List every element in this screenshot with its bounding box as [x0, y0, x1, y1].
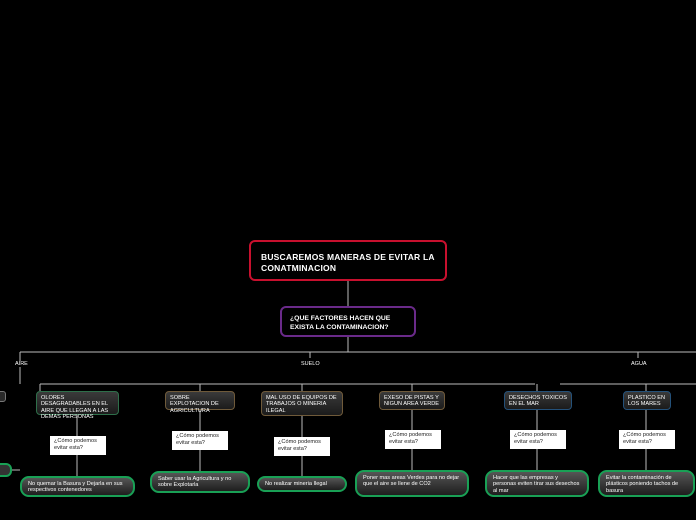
- topic-label: PLASTICO EN LOS MARES: [628, 395, 665, 408]
- question-label: ¿Cómo podemos evitar esta?: [176, 433, 219, 446]
- branch-label-suelo: SUELO: [299, 361, 322, 367]
- branch-label-agua: AGUA: [629, 361, 649, 367]
- solution-label: Evitar la contaminación de plásticos pon…: [606, 475, 679, 494]
- question-label: ¿Cómo podemos evitar esta?: [623, 432, 666, 445]
- branch-label-aire: AIRE: [13, 361, 30, 367]
- solution-node[interactable]: Evitar la contaminación de plásticos pon…: [598, 470, 695, 497]
- solution-label: Poner mas areas Verdes para no dejar que…: [363, 475, 460, 488]
- question-label: ¿Cómo podemos evitar esta?: [514, 432, 557, 445]
- solution-node[interactable]: No quemar la Basura y Dejarla en sus res…: [20, 476, 135, 497]
- how-to-avoid-question[interactable]: ¿Cómo podemos evitar esta?: [50, 436, 106, 455]
- how-to-avoid-question[interactable]: ¿Cómo podemos evitar esta?: [619, 430, 675, 449]
- how-to-avoid-question[interactable]: ¿Cómo podemos evitar esta?: [510, 430, 566, 449]
- question-label: ¿Cómo podemos evitar esta?: [389, 432, 432, 445]
- how-to-avoid-question[interactable]: ¿Cómo podemos evitar esta?: [172, 431, 228, 450]
- question-title: ¿QUE FACTORES HACEN QUE EXISTA LA CONTAM…: [290, 315, 391, 331]
- topic-node[interactable]: SOBRE EXPLOTACION DE AGRICULTURA: [165, 391, 235, 414]
- question-label: ¿Cómo podemos evitar esta?: [54, 438, 97, 451]
- solution-label: Hacer que las empresas y personas eviten…: [493, 475, 580, 494]
- topic-node[interactable]: MAL USO DE EQUIPOS DE TRABAJOS O MINERIA…: [261, 391, 343, 416]
- question-label: ¿Cómo podemos evitar esta?: [278, 439, 321, 452]
- root-title: BUSCAREMOS MANERAS DE EVITAR LA CONATMIN…: [261, 252, 435, 273]
- topic-node[interactable]: DESECHOS TOXICOS EN EL MAR: [504, 391, 572, 410]
- solution-node[interactable]: Hacer que las empresas y personas eviten…: [485, 470, 589, 497]
- topic-node[interactable]: PLASTICO EN LOS MARES: [623, 391, 671, 410]
- topic-label: DESECHOS TOXICOS EN EL MAR: [509, 395, 567, 408]
- how-to-avoid-question[interactable]: ¿Cómo podemos evitar esta?: [274, 437, 330, 456]
- solution-node[interactable]: No realizar mineria Ilegal: [257, 476, 347, 492]
- offscreen-answer-node[interactable]: [0, 463, 12, 477]
- how-to-avoid-question[interactable]: ¿Cómo podemos evitar esta?: [385, 430, 441, 449]
- offscreen-topic-node[interactable]: [0, 391, 6, 402]
- root-node[interactable]: BUSCAREMOS MANERAS DE EVITAR LA CONATMIN…: [249, 240, 447, 281]
- solution-node[interactable]: Poner mas areas Verdes para no dejar que…: [355, 470, 469, 497]
- topic-node[interactable]: OLORES DESAGRADABLES EN EL AIRE QUE LLEG…: [36, 391, 119, 420]
- solution-node[interactable]: Saber usar la Agricultura y no sobre Exp…: [150, 471, 250, 493]
- topic-label: MAL USO DE EQUIPOS DE TRABAJOS O MINERIA…: [266, 395, 337, 414]
- topic-node[interactable]: EXESO DE PISTAS Y NIGUN AREA VERDE: [379, 391, 445, 410]
- solution-label: No quemar la Basura y Dejarla en sus res…: [28, 481, 123, 494]
- question-node[interactable]: ¿QUE FACTORES HACEN QUE EXISTA LA CONTAM…: [280, 306, 416, 337]
- solution-label: Saber usar la Agricultura y no sobre Exp…: [158, 476, 232, 489]
- topic-label: EXESO DE PISTAS Y NIGUN AREA VERDE: [384, 395, 440, 408]
- solution-label: No realizar mineria Ilegal: [265, 481, 327, 487]
